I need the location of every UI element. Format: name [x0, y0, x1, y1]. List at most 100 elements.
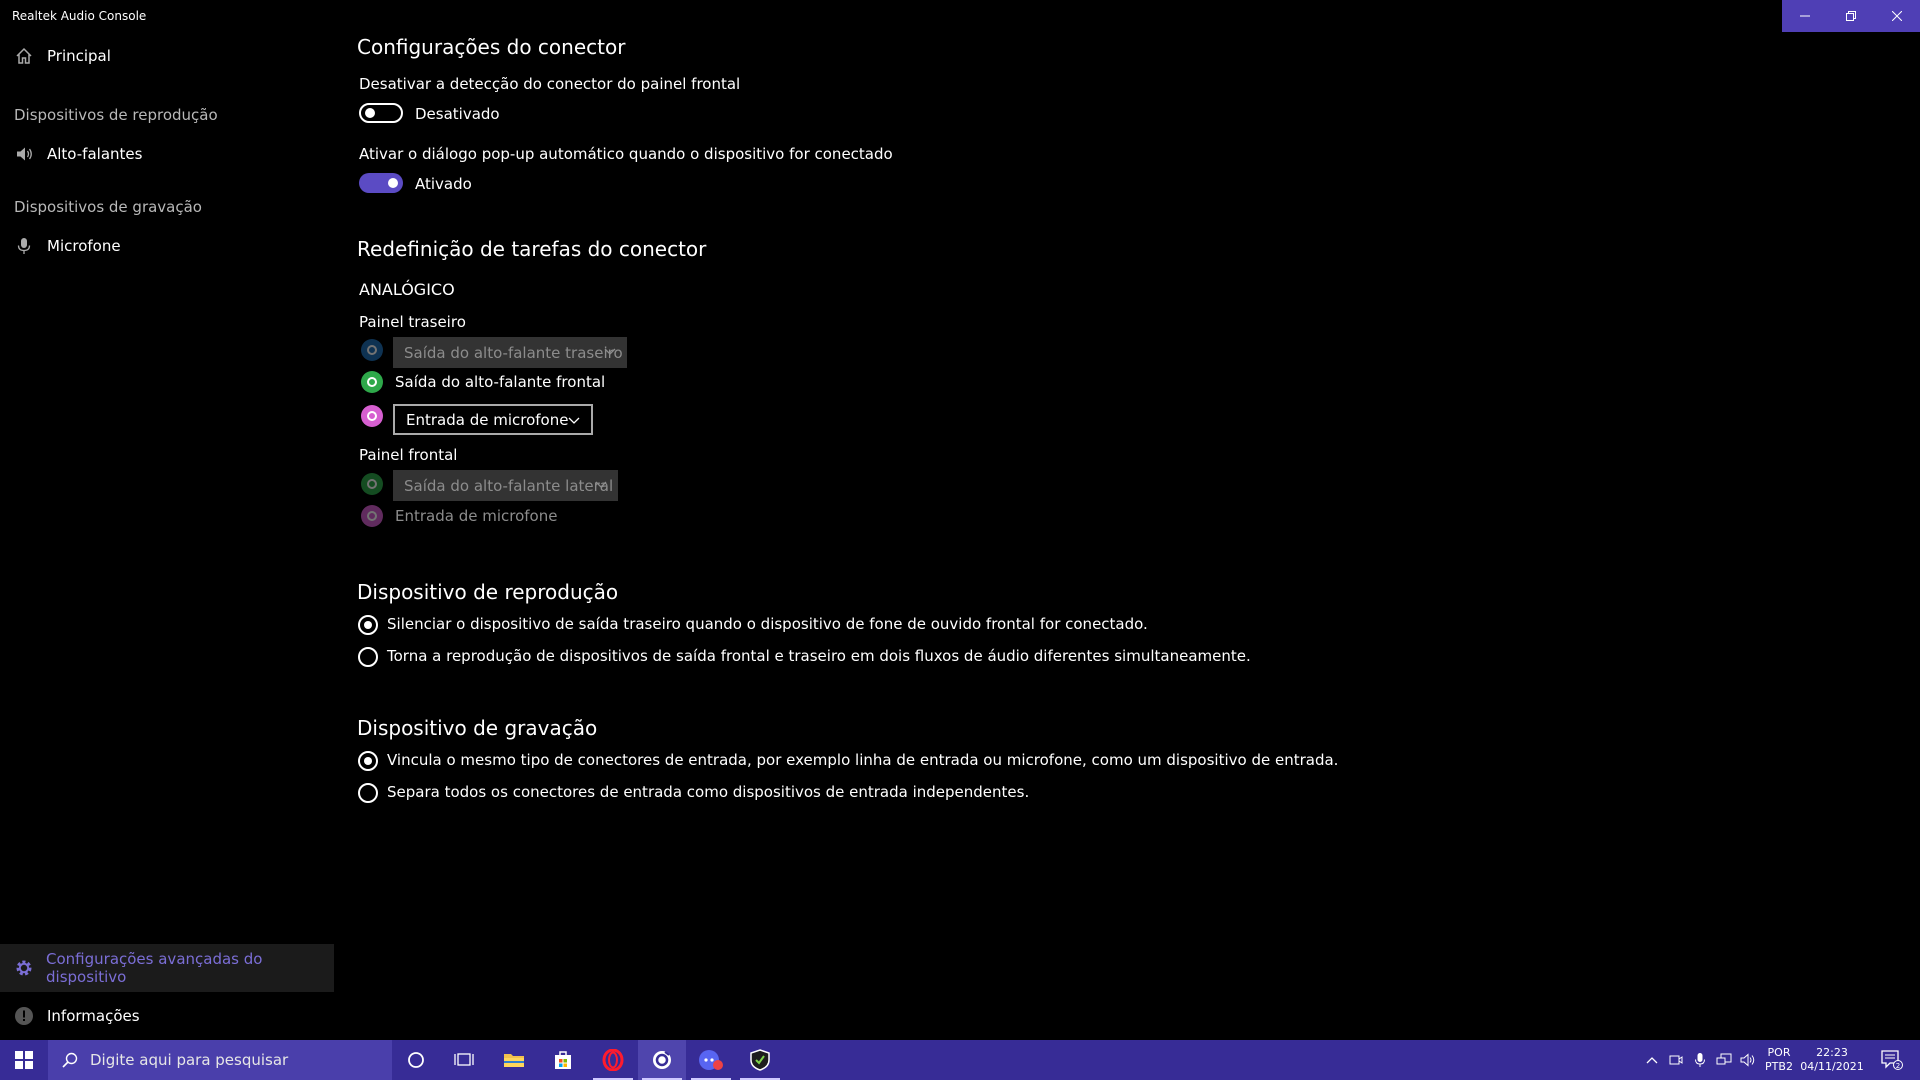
playback-device-title: Dispositivo de reprodução [357, 580, 619, 604]
window-controls [1782, 0, 1920, 32]
shield-icon [750, 1049, 770, 1071]
chevron-down-icon [604, 348, 616, 355]
tray-meet-now[interactable] [1664, 1040, 1688, 1080]
restore-button[interactable] [1828, 0, 1874, 32]
recording-option2-label: Separa todos os conectores de entrada co… [387, 783, 1030, 801]
recording-devices-header: Dispositivos de gravação [14, 198, 202, 216]
task-view-button[interactable] [440, 1040, 488, 1080]
cortana-button[interactable] [392, 1040, 440, 1080]
toggle-knob [388, 178, 398, 188]
notification-icon: 2 [1881, 1050, 1903, 1070]
language-indicator: POR PTB2 [1765, 1046, 1793, 1074]
rear-jack-pink[interactable] [361, 405, 383, 427]
opera-button[interactable] [589, 1040, 637, 1080]
file-explorer-button[interactable] [490, 1040, 538, 1080]
app-title: Realtek Audio Console [12, 9, 147, 23]
toggle-knob [365, 108, 375, 118]
front-jack-green[interactable] [361, 473, 383, 495]
dropdown-value: Saída do alto-falante lateral [404, 476, 614, 495]
recording-option1-radio[interactable] [358, 751, 378, 771]
tray-input-language[interactable]: POR PTB2 [1762, 1040, 1796, 1080]
dropdown-value: Saída do alto-falante traseiro [404, 343, 623, 362]
keyboard-layout: PTB2 [1765, 1060, 1793, 1073]
folder-icon [504, 1054, 524, 1067]
rear-jack-blue[interactable] [361, 339, 383, 361]
tray-microphone[interactable] [1688, 1040, 1712, 1080]
tray-clock[interactable]: 22:23 04/11/2021 [1798, 1040, 1866, 1080]
front-jack-pink[interactable] [361, 505, 383, 527]
tray-volume[interactable] [1736, 1040, 1760, 1080]
recording-option1-label: Vincula o mesmo tipo de conectores de en… [387, 751, 1339, 769]
auto-popup-toggle[interactable] [359, 173, 403, 193]
camera-icon [1669, 1055, 1683, 1065]
minimize-button[interactable] [1782, 0, 1828, 32]
recording-option2-radio[interactable] [358, 783, 378, 803]
taskbar-search-box[interactable]: Digite aqui para pesquisar [48, 1040, 392, 1080]
connector-settings-title: Configurações do conector [357, 35, 626, 59]
front-jack2-label: Entrada de microfone [395, 507, 558, 525]
info-icon [13, 1005, 35, 1027]
jack-icon [367, 411, 377, 421]
chevron-up-icon [1646, 1057, 1658, 1064]
sidebar-item-info[interactable]: Informações [0, 992, 334, 1040]
realtek-app-button[interactable] [638, 1040, 686, 1080]
sidebar-item-label: Alto-falantes [47, 145, 143, 163]
sidebar-item-home[interactable]: Principal [0, 32, 334, 80]
sidebar-item-label: Microfone [47, 237, 121, 255]
cortana-icon [408, 1052, 424, 1068]
sidebar-item-advanced-settings[interactable]: Configurações avançadas do dispositivo [0, 944, 334, 992]
realtek-icon [653, 1051, 671, 1069]
sidebar-item-label: Informações [47, 1007, 140, 1025]
close-button[interactable] [1874, 0, 1920, 32]
discord-icon [699, 1050, 723, 1070]
gear-icon [13, 957, 34, 979]
close-icon [1892, 11, 1902, 21]
rear-jack-green[interactable] [361, 371, 383, 393]
jack-icon [367, 511, 377, 521]
restore-icon [1846, 11, 1856, 21]
volume-icon [1740, 1053, 1755, 1067]
network-icon [1716, 1053, 1732, 1065]
show-hidden-icons-button[interactable] [1640, 1040, 1664, 1080]
playback-devices-header: Dispositivos de reprodução [14, 106, 218, 124]
sidebar: Principal Dispositivos de reprodução Alt… [0, 32, 334, 1039]
microphone-icon [1695, 1053, 1705, 1067]
rear-panel-label: Painel traseiro [359, 313, 466, 331]
front-panel-detection-label: Desativar a detecção do conector do pain… [359, 75, 741, 93]
auto-popup-label: Ativar o diálogo pop-up automático quand… [359, 145, 893, 163]
home-icon [13, 45, 35, 67]
task-view-icon [454, 1053, 474, 1066]
rear-jack3-dropdown[interactable]: Entrada de microfone [393, 404, 593, 435]
speaker-icon [13, 143, 35, 165]
discord-button[interactable] [687, 1040, 735, 1080]
title-bar: Realtek Audio Console [0, 0, 1920, 32]
store-icon [555, 1051, 571, 1069]
start-button[interactable] [0, 1040, 48, 1080]
recording-device-title: Dispositivo de gravação [357, 716, 598, 740]
tray-network[interactable] [1712, 1040, 1736, 1080]
playback-option2-label: Torna a reprodução de dispositivos de sa… [387, 647, 1251, 665]
sidebar-item-label: Principal [47, 47, 111, 65]
chevron-down-icon [568, 417, 580, 424]
rear-jack2-label: Saída do alto-falante frontal [395, 373, 606, 391]
jack-icon [367, 479, 377, 489]
front-jack1-dropdown: Saída do alto-falante lateral [393, 470, 618, 501]
clock-date: 04/11/2021 [1800, 1060, 1864, 1073]
opera-icon [602, 1049, 624, 1071]
front-panel-detection-toggle[interactable] [359, 103, 403, 123]
sidebar-item-microphone[interactable]: Microfone [0, 222, 334, 270]
sidebar-item-speakers[interactable]: Alto-falantes [0, 130, 334, 178]
clock: 22:23 04/11/2021 [1800, 1046, 1863, 1074]
jack-icon [367, 345, 377, 355]
dropdown-value: Entrada de microfone [406, 410, 569, 429]
notification-count: 2 [1896, 1062, 1900, 1070]
search-placeholder: Digite aqui para pesquisar [90, 1051, 289, 1069]
front-panel-label: Painel frontal [359, 446, 458, 464]
search-icon [62, 1052, 78, 1068]
playback-option2-radio[interactable] [358, 647, 378, 667]
security-app-button[interactable] [736, 1040, 784, 1080]
playback-option1-radio[interactable] [358, 615, 378, 635]
main-content: Configurações do conector Desativar a de… [357, 32, 1897, 1032]
action-center-button[interactable]: 2 [1868, 1040, 1916, 1080]
store-button[interactable] [539, 1040, 587, 1080]
